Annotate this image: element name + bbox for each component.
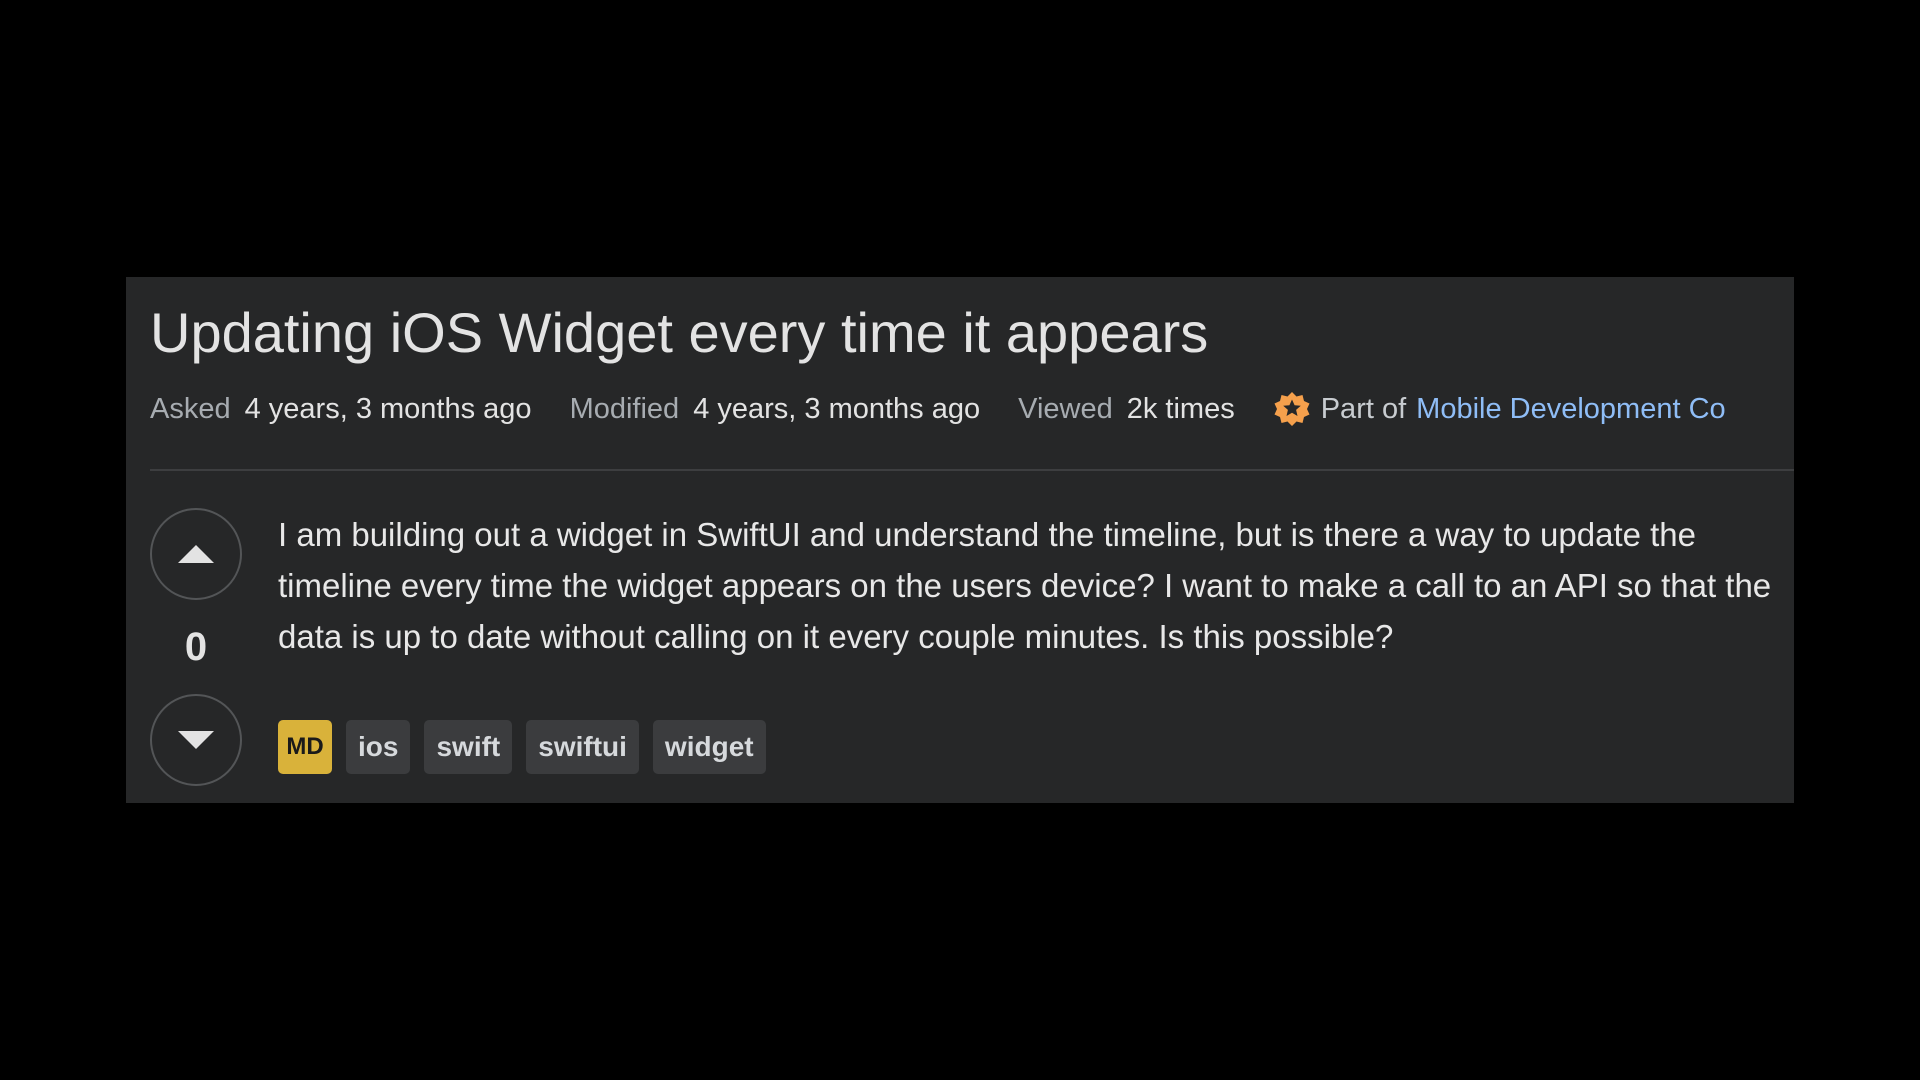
viewed-value: 2k times [1126, 392, 1235, 425]
asked-info: Asked 4 years, 3 months ago [150, 393, 532, 426]
viewed-info: Viewed 2k times [1018, 393, 1235, 426]
question-meta: Asked 4 years, 3 months ago Modified 4 y… [150, 389, 1726, 429]
collective-prefix: Part of [1320, 392, 1407, 425]
modified-label: Modified [569, 392, 680, 425]
collective-tag-badge[interactable]: MD [278, 720, 332, 774]
asked-label: Asked [150, 392, 231, 425]
question-title[interactable]: Updating iOS Widget every time it appear… [150, 299, 1208, 367]
tag-ios[interactable]: ios [346, 720, 411, 774]
modified-info: Modified 4 years, 3 months ago [570, 393, 981, 426]
upvote-arrow-icon [178, 545, 214, 563]
collective-link[interactable]: Mobile Development Co [1416, 393, 1725, 426]
downvote-arrow-icon [178, 731, 214, 749]
viewed-label: Viewed [1018, 392, 1113, 425]
asked-value[interactable]: 4 years, 3 months ago [245, 393, 532, 426]
tag-widget[interactable]: widget [652, 720, 766, 774]
upvote-button[interactable] [150, 508, 242, 600]
modified-value[interactable]: 4 years, 3 months ago [693, 393, 980, 426]
tag-swiftui[interactable]: swiftui [526, 720, 639, 774]
question-card: Updating iOS Widget every time it appear… [126, 277, 1794, 803]
vote-count: 0 [184, 625, 208, 669]
downvote-button[interactable] [150, 694, 242, 786]
vote-controls: 0 [150, 508, 242, 786]
collective-info: Part of Mobile Development Co [1273, 390, 1726, 428]
tag-swift[interactable]: swift [424, 720, 513, 774]
collective-badge-icon [1273, 390, 1311, 428]
tag-list: MD ios swift swiftui widget [278, 720, 780, 774]
question-body: I am building out a widget in SwiftUI an… [278, 516, 1772, 655]
header-divider [150, 469, 1794, 471]
